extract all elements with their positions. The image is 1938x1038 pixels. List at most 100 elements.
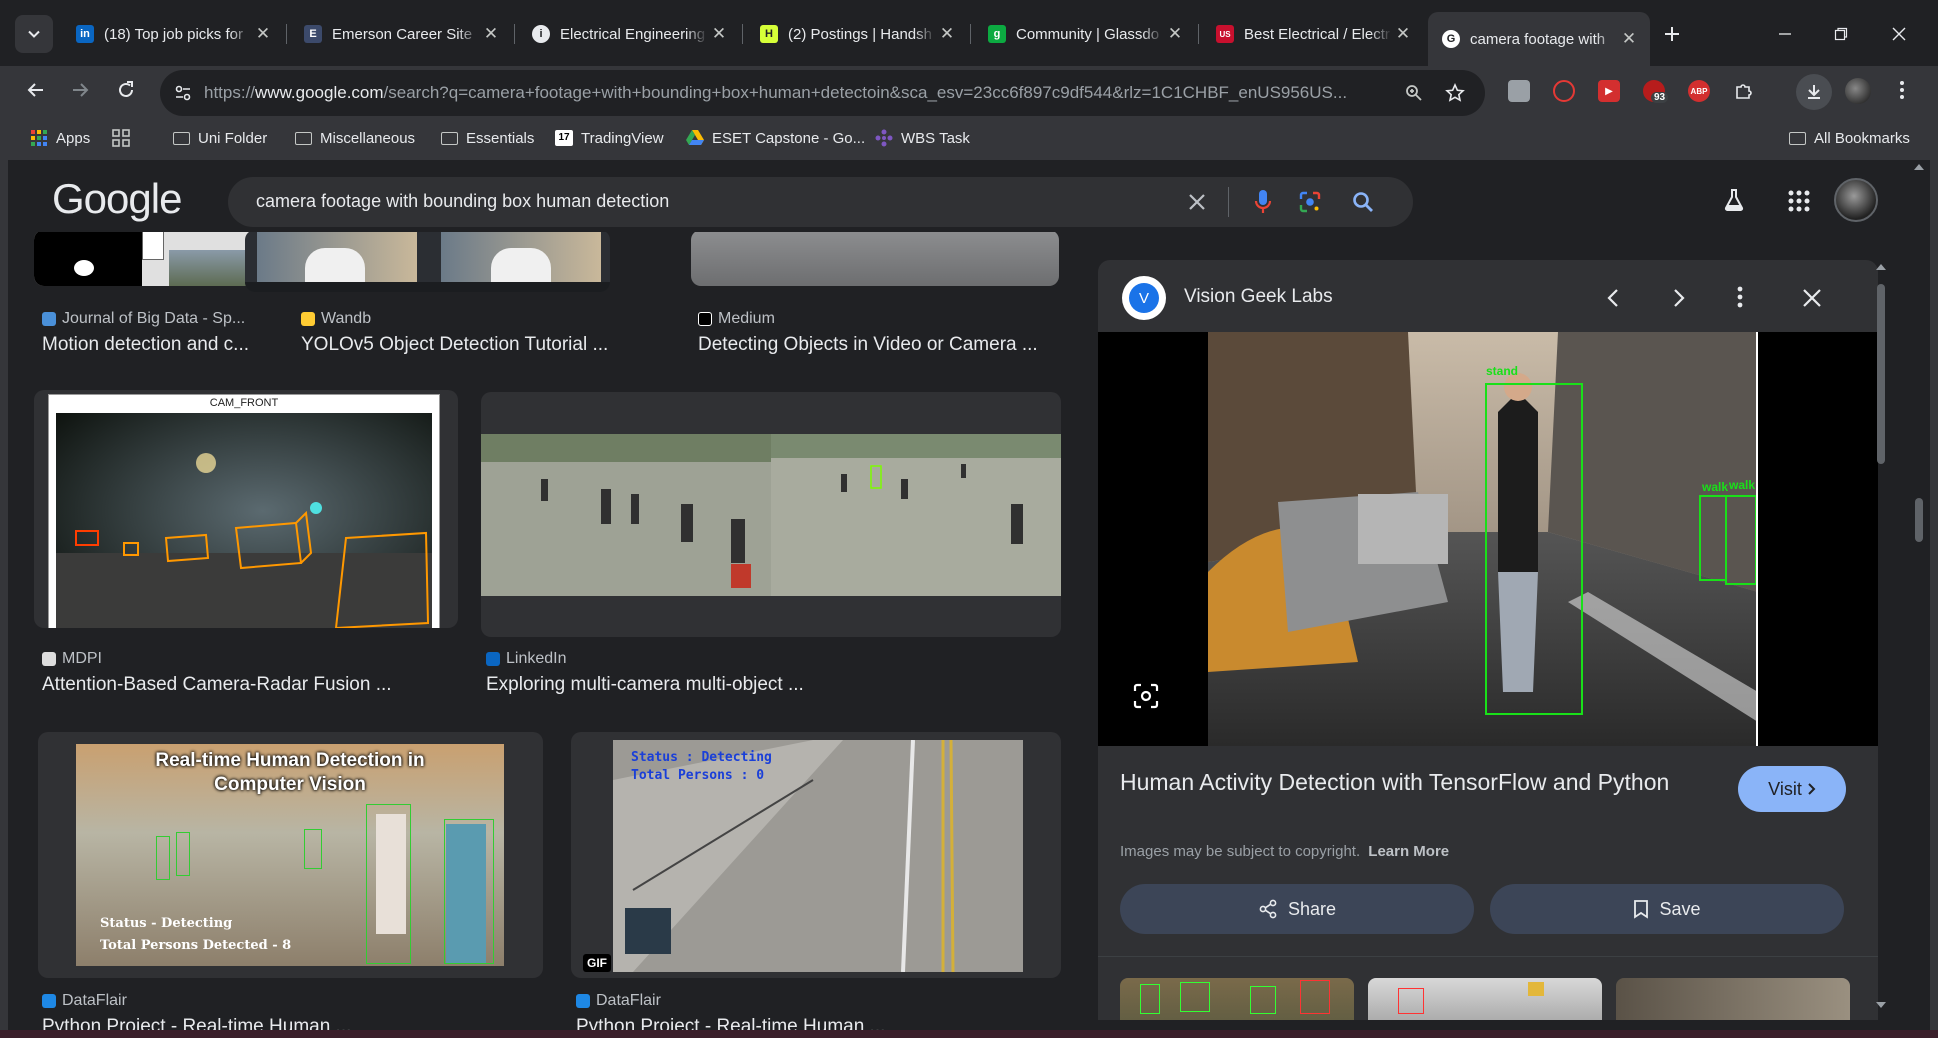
google-logo[interactable]: Google	[52, 175, 182, 223]
bookmark-label: Apps	[56, 129, 91, 147]
page-scroll-up-icon[interactable]	[1914, 162, 1924, 170]
result-source-2[interactable]: Wandb	[301, 310, 371, 328]
bookmark-8[interactable]: WBS Task	[875, 124, 970, 152]
preview-image-area[interactable]: stand walk walk	[1098, 332, 1878, 746]
back-button[interactable]	[18, 72, 54, 108]
bookmark-3[interactable]: Uni Folder	[172, 124, 267, 152]
bookmark-5[interactable]: Essentials	[440, 124, 534, 152]
lens-search-image-icon[interactable]	[1132, 682, 1160, 710]
result-card-7[interactable]: Status : Detecting Total Persons : 0 GIF	[571, 732, 1061, 978]
labs-flask-icon[interactable]	[1722, 188, 1746, 212]
next-image-icon[interactable]	[1672, 288, 1686, 308]
panel-source-favicon[interactable]: V	[1122, 276, 1166, 320]
result-source-4[interactable]: MDPI	[42, 650, 102, 668]
search-input[interactable]: camera footage with bounding box human d…	[256, 191, 669, 212]
browser-menu-button[interactable]	[1884, 72, 1920, 108]
learn-more-link[interactable]: Learn More	[1368, 843, 1449, 860]
tab-3[interactable]: i Electrical Engineering ✕	[518, 15, 740, 53]
close-panel-icon[interactable]	[1802, 288, 1822, 308]
result-caption-3[interactable]: Detecting Objects in Video or Camera ...	[698, 334, 1038, 356]
extension-puzzle-gray-icon[interactable]	[1508, 80, 1530, 102]
share-button[interactable]: Share	[1120, 884, 1474, 934]
close-window-button[interactable]	[1874, 14, 1924, 54]
related-thumb-3[interactable]	[1616, 978, 1850, 1020]
bookmark-7[interactable]: ESET Capstone - Go...	[686, 124, 865, 152]
extension-red-circle-icon[interactable]	[1553, 80, 1575, 102]
tab-4[interactable]: H (2) Postings | Handsh ✕	[746, 15, 968, 53]
close-tab-icon[interactable]: ✕	[936, 24, 958, 44]
tab-6[interactable]: US Best Electrical / Electr ✕	[1202, 15, 1424, 53]
result-source-5[interactable]: LinkedIn	[486, 650, 567, 668]
zoom-icon[interactable]	[1405, 84, 1423, 102]
profile-avatar[interactable]	[1845, 78, 1871, 104]
tab-7[interactable]: Gcamera footage with ✕	[1428, 12, 1650, 66]
result-source-7[interactable]: DataFlair	[576, 992, 661, 1010]
clear-search-icon[interactable]	[1188, 193, 1206, 211]
more-options-icon[interactable]	[1737, 286, 1743, 308]
reload-button[interactable]	[108, 72, 144, 108]
extension-red-play-icon[interactable]: ▶	[1598, 80, 1620, 102]
result-caption-1[interactable]: Motion detection and c...	[42, 334, 249, 356]
result-source-1[interactable]: Journal of Big Data - Sp...	[42, 310, 245, 328]
star-icon[interactable]	[1445, 83, 1465, 103]
google-lens-icon[interactable]	[1298, 190, 1322, 214]
panel-title[interactable]: Human Activity Detection with TensorFlow…	[1120, 766, 1720, 798]
result-thumb-2[interactable]	[245, 230, 610, 292]
journal-favicon-icon	[42, 312, 56, 326]
all-bookmarks[interactable]: All Bookmarks	[1788, 124, 1910, 152]
bookmark-6[interactable]: 17 TradingView	[555, 124, 664, 152]
tab-search-button[interactable]	[15, 15, 53, 53]
account-avatar[interactable]	[1834, 178, 1878, 222]
result-source-3[interactable]: Medium	[698, 310, 775, 328]
minimize-button[interactable]	[1760, 14, 1810, 54]
new-tab-button[interactable]	[1653, 15, 1691, 53]
search-icon[interactable]	[1352, 191, 1374, 213]
result-card-4[interactable]: CAM_FRONT	[34, 390, 458, 628]
tab-2[interactable]: E Emerson Career Site ✕	[290, 15, 512, 53]
result-thumb-3[interactable]	[691, 230, 1059, 286]
forward-button[interactable]	[62, 72, 98, 108]
result-caption-6[interactable]: Python Project - Real-time Human ...	[42, 1016, 351, 1030]
downloads-button[interactable]	[1796, 74, 1832, 110]
previous-image-icon[interactable]	[1606, 288, 1620, 308]
close-tab-icon[interactable]: ✕	[1164, 24, 1186, 44]
result-caption-2[interactable]: YOLOv5 Object Detection Tutorial ...	[301, 334, 608, 356]
result-caption-4[interactable]: Attention-Based Camera-Radar Fusion ...	[42, 674, 392, 696]
site-info-icon[interactable]	[174, 84, 192, 102]
adblock-plus-icon[interactable]: ABP	[1688, 80, 1710, 102]
bookmark-2[interactable]	[112, 124, 138, 152]
page-scrollbar[interactable]	[1912, 160, 1926, 1026]
bookmark-1[interactable]: Apps	[30, 124, 90, 152]
visit-button[interactable]: Visit	[1738, 766, 1846, 812]
close-tab-icon[interactable]: ✕	[1392, 24, 1414, 44]
close-tab-icon[interactable]: ✕	[480, 24, 502, 44]
tab-1[interactable]: in (18) Top job picks for ✕	[62, 15, 284, 53]
bookmark-4[interactable]: Miscellaneous	[294, 124, 415, 152]
scroll-up-icon[interactable]	[1876, 262, 1886, 270]
close-tab-icon[interactable]: ✕	[252, 24, 274, 44]
page-scrollbar-thumb[interactable]	[1915, 498, 1923, 542]
extension-badge-icon[interactable]: 93	[1643, 80, 1669, 103]
related-thumb-2[interactable]	[1368, 978, 1602, 1020]
result-card-6[interactable]: Real-time Human Detection in Computer Vi…	[38, 732, 543, 978]
save-button[interactable]: Save	[1490, 884, 1844, 934]
restore-button[interactable]	[1816, 14, 1866, 54]
result-caption-7[interactable]: Python Project - Real-time Human ...	[576, 1016, 885, 1030]
scroll-down-icon[interactable]	[1876, 1002, 1886, 1010]
close-tab-icon[interactable]: ✕	[1618, 29, 1640, 49]
search-bar[interactable]: camera footage with bounding box human d…	[228, 177, 1413, 227]
extensions-puzzle-icon[interactable]	[1733, 80, 1755, 102]
scrollbar-thumb[interactable]	[1877, 284, 1885, 464]
tab-5[interactable]: g Community | Glassdo ✕	[974, 15, 1196, 53]
result-card-5[interactable]	[481, 392, 1061, 637]
close-tab-icon[interactable]: ✕	[708, 24, 730, 44]
panel-source-name[interactable]: Vision Geek Labs	[1184, 286, 1333, 308]
result-source-6[interactable]: DataFlair	[42, 992, 127, 1010]
panel-scrollbar[interactable]	[1874, 262, 1888, 1010]
address-bar[interactable]: https://www.google.com/search?q=camera+f…	[160, 70, 1485, 116]
google-apps-icon[interactable]	[1788, 190, 1810, 212]
result-thumb-1[interactable]	[34, 230, 259, 286]
result-caption-5[interactable]: Exploring multi-camera multi-object ...	[486, 674, 804, 696]
microphone-icon[interactable]	[1254, 189, 1272, 215]
related-thumb-1[interactable]	[1120, 978, 1354, 1020]
